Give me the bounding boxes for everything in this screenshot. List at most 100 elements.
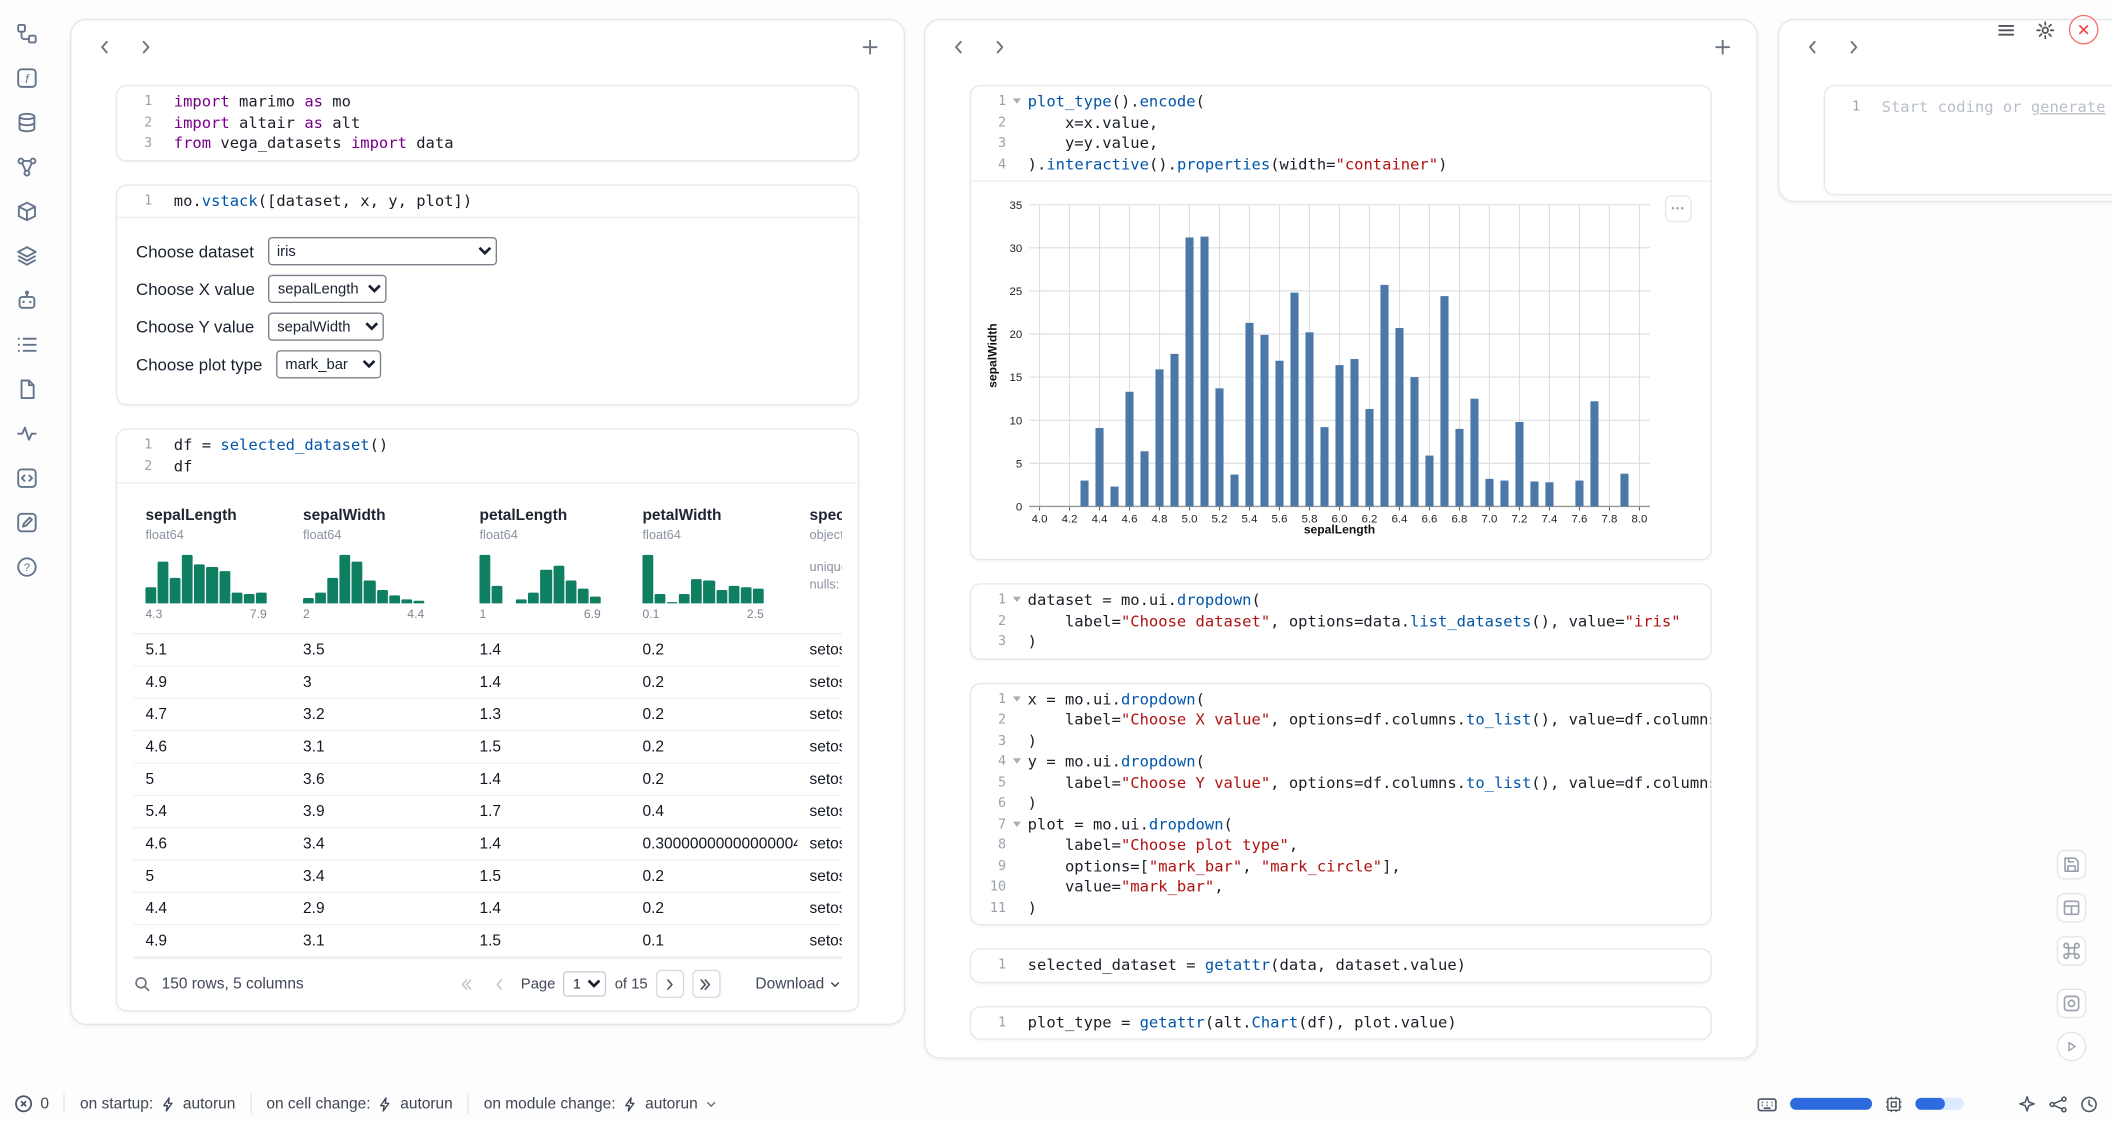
next-page-button[interactable] — [656, 970, 684, 998]
table-cell: 1.4 — [467, 634, 630, 665]
table-row[interactable]: 4.63.41.40.30000000000000004setosa — [133, 828, 841, 860]
search-icon[interactable] — [133, 975, 151, 993]
add-cell-button[interactable] — [855, 32, 885, 62]
settings-button[interactable] — [2030, 15, 2060, 45]
last-page-button[interactable] — [692, 970, 720, 998]
column-prev-button[interactable] — [90, 32, 120, 62]
generate-with-ai-link[interactable]: generate — [2031, 97, 2106, 116]
shutdown-button[interactable] — [2069, 15, 2099, 45]
code-editor[interactable]: 1df = selected_dataset()2df — [117, 430, 858, 483]
sidebar-item-datasources[interactable] — [12, 108, 42, 138]
notebook-menu-button[interactable] — [1991, 15, 2021, 45]
add-cell-button[interactable] — [1708, 32, 1738, 62]
errors-badge[interactable]: 0 — [13, 1094, 49, 1114]
code-editor[interactable]: 1import marimo as mo2import altair as al… — [117, 86, 858, 159]
autorun-on-module-change[interactable]: on module change: autorun — [484, 1096, 718, 1112]
fold-chevron-icon[interactable] — [1013, 597, 1021, 602]
table-row[interactable]: 4.93.11.50.1setosa — [133, 925, 841, 957]
prev-page-button[interactable] — [487, 971, 513, 997]
fold-chevron-icon[interactable] — [1013, 821, 1021, 826]
code-editor[interactable]: 1mo.vstack([dataset, x, y, plot]) — [117, 185, 858, 217]
bar-chart[interactable]: 051015202530354.04.24.44.64.85.05.25.45.… — [985, 198, 1703, 537]
table-row[interactable]: 53.41.50.2setosa — [133, 861, 841, 893]
sidebar-item-packages[interactable] — [12, 197, 42, 227]
code-line: 1x = mo.ui.dropdown( — [971, 689, 1710, 710]
column-next-button[interactable] — [131, 32, 161, 62]
y-value-select[interactable]: sepalWidth — [268, 312, 384, 340]
history-clock-icon[interactable] — [2080, 1094, 2099, 1113]
connections-icon[interactable] — [2049, 1094, 2068, 1113]
code-editor[interactable]: 1plot_type = getattr(alt.Chart(df), plot… — [971, 1007, 1710, 1039]
column-header[interactable]: sepalLengthfloat644.37.9 — [133, 494, 291, 621]
column-header[interactable]: petalWidthfloat640.12.5 — [630, 494, 797, 621]
cell-xy-dropdowns: 1x = mo.ui.dropdown(2 label="Choose X va… — [970, 682, 1712, 925]
sidebar-item-scratchpad[interactable] — [12, 508, 42, 538]
line-number: 2 — [971, 710, 1006, 731]
table-cell: 0.2 — [630, 667, 797, 698]
autorun-on-startup[interactable]: on startup: autorun — [80, 1096, 235, 1112]
table-row[interactable]: 4.931.40.2setosa — [133, 667, 841, 699]
column-next-button[interactable] — [1839, 32, 1869, 62]
page-select[interactable]: 1 — [564, 971, 607, 997]
first-page-button[interactable] — [453, 971, 479, 997]
autorun-on-cell-change[interactable]: on cell change: autorun — [266, 1096, 452, 1112]
sidebar-item-outline[interactable] — [12, 241, 42, 271]
sidebar-item-tracing[interactable] — [12, 419, 42, 449]
line-number: 1 — [971, 1012, 1006, 1033]
code-editor[interactable]: 1dataset = mo.ui.dropdown(2 label="Choos… — [971, 585, 1710, 658]
plot-type-select[interactable]: mark_bar — [276, 350, 381, 378]
code-line: 7plot = mo.ui.dropdown( — [971, 814, 1710, 835]
sidebar-item-file-tree[interactable] — [12, 19, 42, 49]
dataset-select[interactable]: iris — [267, 237, 496, 265]
line-number: 3 — [971, 133, 1006, 154]
chart-options-button[interactable]: ••• — [1665, 195, 1692, 222]
table-row[interactable]: 5.43.91.70.4setosa — [133, 796, 841, 828]
keyboard-icon[interactable] — [1756, 1093, 1778, 1115]
column-next-button[interactable] — [985, 32, 1015, 62]
fold-chevron-icon[interactable] — [1013, 758, 1021, 763]
code-editor[interactable]: 1x = mo.ui.dropdown(2 label="Choose X va… — [971, 684, 1710, 924]
column-header[interactable]: speciesobjectunique:nulls: — [797, 494, 841, 621]
table-row[interactable]: 4.63.11.50.2setosa — [133, 731, 841, 763]
code-editor[interactable]: 1plot_type().encode(2 x=x.value,3 y=y.va… — [971, 86, 1710, 180]
table-row[interactable]: 4.42.91.40.2setosa — [133, 893, 841, 925]
fold-chevron-icon[interactable] — [1013, 98, 1021, 103]
sidebar-item-logs[interactable] — [12, 330, 42, 360]
download-button[interactable]: Download — [755, 976, 841, 992]
code-editor[interactable]: 1selected_dataset = getattr(data, datase… — [971, 950, 1710, 982]
code-line: 2 label="Choose dataset", options=data.l… — [971, 611, 1710, 632]
sidebar-item-dependencies[interactable] — [12, 152, 42, 182]
svg-text:0: 0 — [1016, 501, 1022, 513]
column-prev-button[interactable] — [1798, 32, 1828, 62]
save-notebook-button[interactable] — [2057, 850, 2087, 880]
sidebar-item-ai-assistant[interactable] — [12, 286, 42, 316]
sidebar-item-documentation[interactable] — [12, 374, 42, 404]
svg-text:5: 5 — [1016, 458, 1022, 470]
svg-text:8.0: 8.0 — [1632, 514, 1648, 526]
sidebar-item-snippets[interactable] — [12, 463, 42, 493]
line-number: 3 — [117, 133, 152, 154]
keyboard-shortcuts-button[interactable] — [2057, 936, 2087, 966]
fold-chevron-icon[interactable] — [1013, 696, 1021, 701]
magic-wand-icon[interactable] — [2018, 1094, 2037, 1113]
table-header: sepalLengthfloat644.37.9sepalWidthfloat6… — [133, 494, 841, 634]
table-cell: setosa — [797, 796, 841, 827]
sidebar-item-functions[interactable]: f — [12, 63, 42, 93]
run-all-button[interactable] — [2057, 1032, 2087, 1062]
table-row[interactable]: 53.61.40.2setosa — [133, 764, 841, 796]
table-cell: 4.6 — [133, 731, 291, 762]
column-header[interactable]: sepalWidthfloat6424.4 — [291, 494, 467, 621]
table-cell: 1.4 — [467, 667, 630, 698]
layout-view-button[interactable] — [2057, 893, 2087, 923]
column-prev-button[interactable] — [944, 32, 974, 62]
code-line: 1dataset = mo.ui.dropdown( — [971, 590, 1710, 611]
table-summary: 150 rows, 5 columns — [162, 976, 304, 992]
sidebar-item-help[interactable]: ? — [12, 552, 42, 582]
x-value-select[interactable]: sepalLength — [268, 275, 387, 303]
cell-plot: 1plot_type().encode(2 x=x.value,3 y=y.va… — [970, 85, 1712, 560]
column-header[interactable]: petalLengthfloat6416.9 — [467, 494, 630, 621]
table-row[interactable]: 5.13.51.40.2setosa — [133, 634, 841, 666]
code-editor[interactable]: 1 Start coding or generate with AI — [1825, 86, 2112, 128]
table-row[interactable]: 4.73.21.30.2setosa — [133, 699, 841, 731]
screenshot-button[interactable] — [2057, 989, 2087, 1019]
